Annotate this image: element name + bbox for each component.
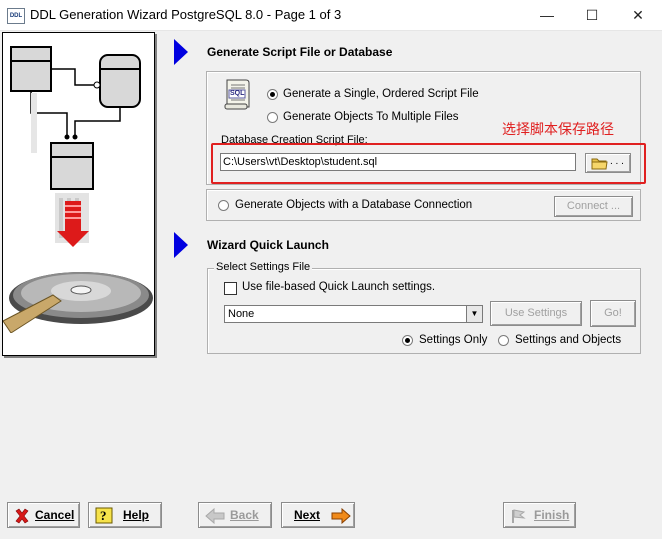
next-button[interactable]: Next [281,502,355,528]
radio-single-file[interactable] [267,89,278,100]
settings-file-select-value: None [228,308,255,320]
finish-button-label: Finish [534,508,570,522]
arrow-right-icon [331,508,351,524]
section-title-quick-launch: Wizard Quick Launch [207,238,329,252]
use-file-settings-checkbox[interactable] [224,282,237,295]
window-title: DDL Generation Wizard PostgreSQL 8.0 - P… [30,7,342,22]
annotation-text: 选择脚本保存路径 [502,121,614,137]
section-arrow-icon [174,232,188,258]
cancel-button-label: Cancel [35,508,75,522]
connect-button[interactable]: Connect ... [554,196,633,217]
close-icon [15,508,29,524]
section-title-generate: Generate Script File or Database [207,45,393,59]
radio-settings-only[interactable] [402,335,413,346]
use-file-settings-label: Use file-based Quick Launch settings. [242,281,436,293]
annotation-highlight-box [211,143,646,184]
svg-text:?: ? [100,508,107,523]
next-button-label: Next [294,508,321,522]
flag-icon [512,509,526,523]
wizard-illustration [2,32,155,356]
use-settings-button[interactable]: Use Settings [490,301,582,326]
go-button[interactable]: Go! [590,300,636,327]
radio-db-connection-label: Generate Objects with a Database Connect… [235,199,473,211]
arrow-left-icon [205,508,225,524]
finish-button[interactable]: Finish [503,502,576,528]
settings-file-group-label: Select Settings File [214,261,313,273]
radio-settings-and-objects-label: Settings and Objects [515,334,622,346]
settings-file-select[interactable]: None ▼ [224,305,483,323]
radio-multiple-files-label: Generate Objects To Multiple Files [283,111,459,123]
back-button-label: Back [230,508,259,522]
close-button[interactable]: ✕ [615,0,661,30]
maximize-button[interactable]: ☐ [569,0,615,30]
help-icon: ? [95,507,113,524]
app-icon: DDL [7,8,25,24]
radio-single-file-label: Generate a Single, Ordered Script File [283,88,479,100]
database-diagram-illustration [3,46,154,355]
radio-settings-only-label: Settings Only [419,334,488,346]
section-arrow-icon [174,39,188,65]
radio-settings-and-objects[interactable] [498,335,509,346]
radio-db-connection[interactable] [218,200,229,211]
help-button-label: Help [123,508,150,522]
chevron-down-icon[interactable]: ▼ [466,306,482,322]
help-button[interactable]: ? Help [88,502,162,528]
sql-icon-text: SQL [230,90,245,97]
cancel-button[interactable]: Cancel [7,502,80,528]
radio-multiple-files[interactable] [267,112,278,123]
minimize-button[interactable]: — [524,0,570,30]
title-bar: DDL DDL Generation Wizard PostgreSQL 8.0… [0,0,662,31]
back-button[interactable]: Back [198,502,272,528]
